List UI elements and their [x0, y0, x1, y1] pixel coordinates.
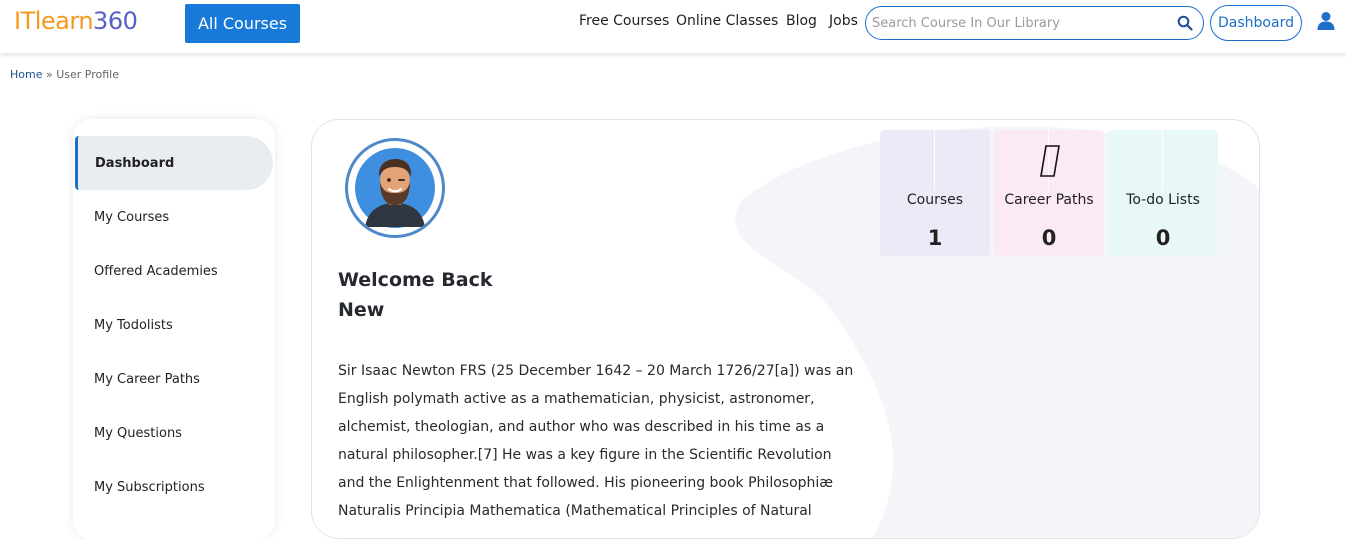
search-box: [865, 6, 1204, 40]
top-header: ITlearn360 All Courses Free Courses Onli…: [0, 0, 1347, 53]
stat-career-paths-label: Career Paths: [1004, 192, 1094, 208]
stat-career-paths[interactable]: Career Paths 0: [994, 130, 1104, 256]
avatar-illustration: [355, 148, 435, 228]
nav-free-courses[interactable]: Free Courses: [579, 13, 669, 29]
sidebar-item-my-todolists[interactable]: My Todolists: [73, 298, 275, 352]
stat-courses-label: Courses: [906, 192, 964, 208]
stat-divider: [1162, 130, 1163, 190]
site-logo[interactable]: ITlearn360: [14, 7, 138, 35]
welcome-user-name: New: [338, 299, 385, 321]
sidebar-item-my-subscriptions[interactable]: My Subscriptions: [73, 460, 275, 514]
stat-courses-value: 1: [927, 226, 943, 250]
dashboard-button[interactable]: Dashboard: [1210, 5, 1302, 41]
welcome-heading: Welcome Back New: [338, 265, 493, 325]
profile-sidebar: Dashboard My Courses Offered Academies M…: [73, 119, 275, 539]
stat-divider: [934, 130, 935, 190]
logo-text-360: 360: [93, 7, 138, 35]
sidebar-item-my-courses[interactable]: My Courses: [73, 190, 275, 244]
logo-text-itlearn: ITlearn: [14, 7, 94, 35]
welcome-line1: Welcome Back: [338, 269, 493, 291]
career-path-icon: [1040, 145, 1060, 177]
sidebar-item-offered-academies[interactable]: Offered Academies: [73, 244, 275, 298]
breadcrumb-home[interactable]: Home: [10, 68, 42, 81]
sidebar-item-my-questions[interactable]: My Questions: [73, 406, 275, 460]
nav-online-classes[interactable]: Online Classes: [676, 13, 778, 29]
search-input[interactable]: [872, 13, 1172, 33]
profile-card: Welcome Back New Sir Isaac Newton FRS (2…: [311, 119, 1260, 539]
avatar[interactable]: [345, 138, 445, 238]
sidebar-item-my-career-paths[interactable]: My Career Paths: [73, 352, 275, 406]
nav-blog[interactable]: Blog: [786, 13, 817, 29]
stat-todo-lists[interactable]: To-do Lists 0: [1108, 130, 1218, 256]
stat-career-paths-value: 0: [1041, 226, 1057, 250]
profile-bio: Sir Isaac Newton FRS (25 December 1642 –…: [338, 363, 854, 519]
breadcrumb-current: User Profile: [56, 68, 119, 81]
user-icon[interactable]: [1316, 11, 1336, 31]
stat-courses[interactable]: Courses 1: [880, 130, 990, 256]
breadcrumb: Home » User Profile: [10, 68, 119, 81]
all-courses-button[interactable]: All Courses: [185, 4, 300, 43]
stat-todo-lists-label: To-do Lists: [1126, 192, 1200, 208]
stat-todo-lists-value: 0: [1155, 226, 1171, 250]
search-icon[interactable]: [1177, 15, 1193, 31]
nav-jobs[interactable]: Jobs: [829, 13, 858, 29]
sidebar-item-dashboard[interactable]: Dashboard: [75, 136, 273, 190]
breadcrumb-separator: »: [42, 68, 57, 81]
